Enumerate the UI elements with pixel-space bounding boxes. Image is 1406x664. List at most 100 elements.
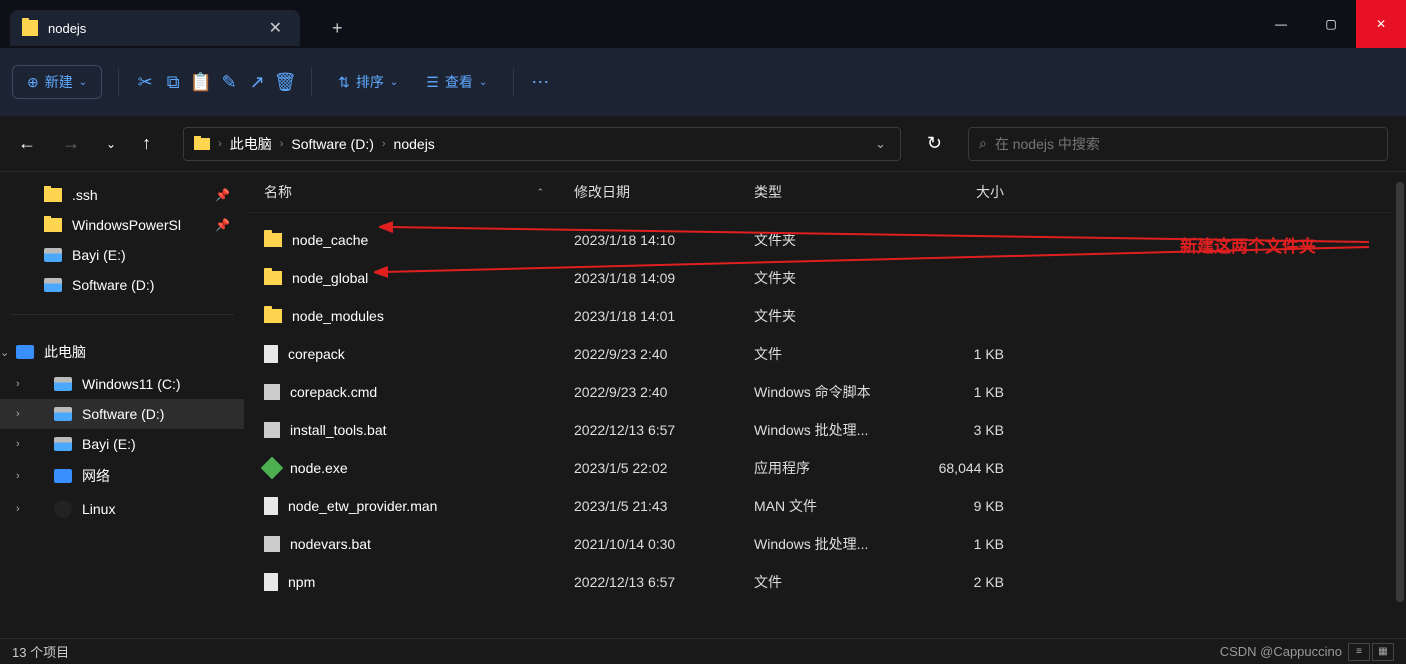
cell-name: node_cache [264, 232, 574, 248]
file-name: install_tools.bat [290, 422, 387, 438]
sidebar-item[interactable]: .ssh 📌 [0, 180, 244, 210]
chevron-down-icon: ⌄ [79, 77, 87, 88]
statusbar: 13 个项目 CSDN @Cappuccino ≡ ▦ [0, 638, 1406, 664]
scrollbar[interactable] [1396, 182, 1404, 602]
file-row[interactable]: node_etw_provider.man 2023/1/5 21:43 MAN… [244, 487, 1406, 525]
paste-icon[interactable]: 📋 [191, 72, 211, 92]
chevron-right-icon[interactable]: › [16, 408, 20, 420]
close-button[interactable]: ✕ [1356, 0, 1406, 48]
breadcrumb-item[interactable]: 此电脑 [230, 134, 272, 154]
file-row[interactable]: nodevars.bat 2021/10/14 0:30 Windows 批处理… [244, 525, 1406, 563]
chevron-right-icon[interactable]: › [16, 470, 20, 482]
sidebar-item-linux[interactable]: › Linux [0, 493, 244, 525]
file-row[interactable]: npm 2022/12/13 6:57 文件 2 KB [244, 563, 1406, 601]
drive-icon [44, 248, 62, 262]
network-icon [54, 469, 72, 483]
sidebar-item-label: 此电脑 [44, 342, 230, 362]
drive-icon [54, 377, 72, 391]
cell-size: 1 KB [904, 384, 1024, 400]
breadcrumb[interactable]: › 此电脑 › Software (D:) › nodejs ⌄ [183, 127, 901, 161]
chevron-right-icon[interactable]: › [16, 378, 20, 390]
chevron-right-icon: › [218, 138, 222, 150]
cmd-icon [264, 536, 280, 552]
cell-type: Windows 批处理... [754, 534, 904, 554]
sidebar-item-this-pc[interactable]: ⌄ 此电脑 [0, 335, 244, 369]
chevron-down-icon[interactable]: ⌄ [0, 346, 9, 359]
sidebar-item-label: Software (D:) [82, 406, 230, 422]
tab-close-icon[interactable]: ✕ [263, 18, 288, 38]
cell-name: corepack [264, 345, 574, 363]
chevron-right-icon[interactable]: › [16, 503, 20, 515]
view-label: 查看 [445, 72, 473, 92]
file-row[interactable]: corepack.cmd 2022/9/23 2:40 Windows 命令脚本… [244, 373, 1406, 411]
file-row[interactable]: node_modules 2023/1/18 14:01 文件夹 [244, 297, 1406, 335]
recent-dropdown[interactable]: ⌄ [100, 131, 122, 157]
status-count: 13 个项目 [12, 642, 69, 661]
view-list-icon[interactable]: ≡ [1348, 643, 1370, 661]
sidebar-item[interactable]: Software (D:) [0, 270, 244, 300]
sidebar-item[interactable]: Bayi (E:) [0, 240, 244, 270]
minimize-button[interactable]: — [1256, 0, 1306, 48]
cell-name: node.exe [264, 460, 574, 476]
cell-name: nodevars.bat [264, 536, 574, 552]
view-button[interactable]: ☰ 查看 ⌄ [416, 64, 497, 100]
breadcrumb-item[interactable]: nodejs [394, 136, 435, 152]
delete-icon[interactable]: 🗑 [275, 72, 295, 92]
cell-date: 2022/12/13 6:57 [574, 422, 754, 438]
search-box[interactable]: ⌕ [968, 127, 1388, 161]
chevron-down-icon: ⌄ [479, 77, 487, 88]
column-header-size[interactable]: 大小 [904, 182, 1024, 202]
file-name: corepack.cmd [290, 384, 377, 400]
search-input[interactable] [995, 136, 1377, 152]
tab-current[interactable]: nodejs ✕ [10, 10, 300, 46]
up-button[interactable]: ↑ [136, 127, 157, 160]
copy-icon[interactable]: ⧉ [163, 72, 183, 92]
sidebar-item-label: Windows11 (C:) [82, 376, 230, 392]
cell-type: 文件 [754, 572, 904, 592]
cell-size: 9 KB [904, 498, 1024, 514]
breadcrumb-dropdown[interactable]: ⌄ [875, 136, 890, 152]
sidebar-item-label: Software (D:) [72, 277, 230, 293]
column-header-type[interactable]: 类型 [754, 182, 904, 202]
file-name: nodevars.bat [290, 536, 371, 552]
sidebar-item[interactable]: WindowsPowerSl 📌 [0, 210, 244, 240]
column-header-name[interactable]: 名称 ⌃ [264, 182, 574, 202]
forward-button[interactable]: → [56, 127, 86, 160]
file-name: node.exe [290, 460, 348, 476]
cell-name: node_modules [264, 308, 574, 324]
refresh-button[interactable]: ↻ [915, 127, 954, 160]
cell-name: node_global [264, 270, 574, 286]
file-row[interactable]: node_global 2023/1/18 14:09 文件夹 [244, 259, 1406, 297]
maximize-button[interactable]: ▢ [1306, 0, 1356, 48]
sidebar-item-label: WindowsPowerSl [72, 217, 205, 233]
sidebar-item-drive[interactable]: › Windows11 (C:) [0, 369, 244, 399]
cell-date: 2021/10/14 0:30 [574, 536, 754, 552]
column-header-date[interactable]: 修改日期 [574, 182, 754, 202]
new-tab-button[interactable]: + [320, 12, 355, 45]
share-icon[interactable]: ↗ [247, 72, 267, 92]
sidebar-item-network[interactable]: › 网络 [0, 459, 244, 493]
file-row[interactable]: node.exe 2023/1/5 22:02 应用程序 68,044 KB [244, 449, 1406, 487]
new-button[interactable]: ⊕ 新建 ⌄ [12, 65, 102, 99]
breadcrumb-item[interactable]: Software (D:) [291, 136, 373, 152]
plus-circle-icon: ⊕ [27, 74, 39, 91]
cut-icon[interactable]: ✂ [135, 72, 155, 92]
file-row[interactable]: corepack 2022/9/23 2:40 文件 1 KB [244, 335, 1406, 373]
sidebar-item-label: .ssh [72, 187, 205, 203]
sidebar-item-label: 网络 [82, 466, 230, 486]
cell-type: 文件夹 [754, 306, 904, 326]
sidebar-item-drive[interactable]: › Software (D:) [0, 399, 244, 429]
pc-icon [16, 345, 34, 359]
sort-button[interactable]: ⇅ 排序 ⌄ [328, 64, 408, 100]
sidebar-item-drive[interactable]: › Bayi (E:) [0, 429, 244, 459]
cell-size: 1 KB [904, 346, 1024, 362]
back-button[interactable]: ← [12, 127, 42, 160]
more-icon[interactable]: ⋯ [530, 72, 550, 92]
rename-icon[interactable]: ✎ [219, 72, 239, 92]
file-row[interactable]: install_tools.bat 2022/12/13 6:57 Window… [244, 411, 1406, 449]
view-grid-icon[interactable]: ▦ [1372, 643, 1394, 661]
folder-icon [264, 309, 282, 323]
watermark: CSDN @Cappuccino [1220, 644, 1342, 659]
chevron-right-icon[interactable]: › [16, 438, 20, 450]
file-name: corepack [288, 346, 345, 362]
